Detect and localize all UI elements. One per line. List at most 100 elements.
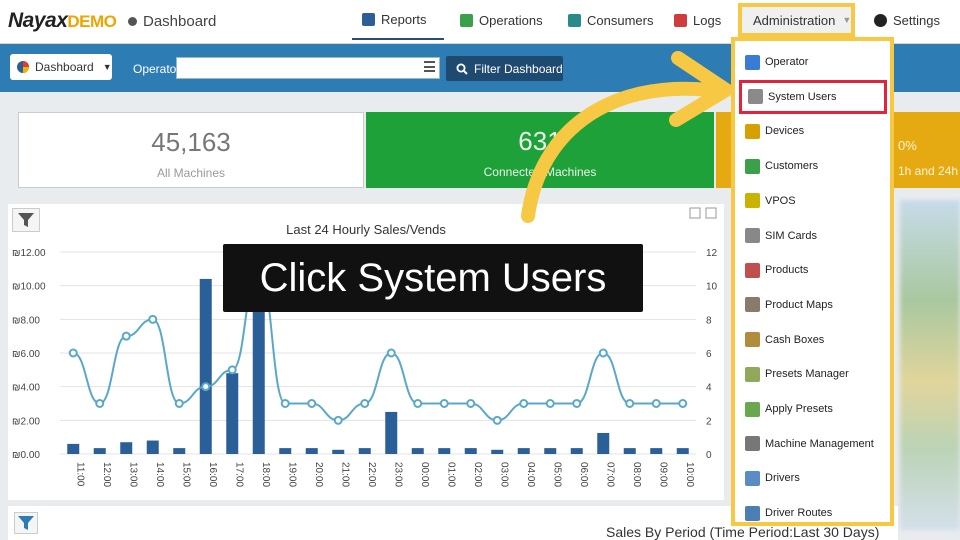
list-icon[interactable]: [424, 61, 435, 72]
point-12:00[interactable]: [95, 399, 105, 408]
bar-06:00[interactable]: [570, 448, 583, 454]
point-08:00[interactable]: [625, 399, 635, 408]
point-14:00[interactable]: [148, 314, 158, 324]
point-04:00[interactable]: [519, 399, 529, 408]
menu-item-drivers[interactable]: Drivers: [739, 461, 887, 495]
bar-05:00[interactable]: [544, 448, 557, 454]
menu-item-presets-manager[interactable]: Presets Manager: [739, 357, 887, 391]
point-16:00[interactable]: [201, 382, 211, 392]
bar-10:00[interactable]: [676, 448, 689, 454]
bar-15:00[interactable]: [173, 448, 186, 454]
nayax-logo[interactable]: NayaxDEMO: [8, 9, 117, 33]
point-21:00[interactable]: [333, 415, 343, 425]
menu-item-devices[interactable]: Devices: [739, 114, 887, 148]
bar-20:00[interactable]: [305, 448, 318, 454]
dashboard-select[interactable]: Dashboard ▼: [10, 54, 112, 80]
menu-item-machine-management[interactable]: Machine Management: [739, 427, 887, 461]
point-03:00[interactable]: [492, 415, 502, 425]
bar-17:00[interactable]: [226, 373, 239, 454]
chart-filter-button[interactable]: [12, 208, 40, 232]
y-left-tick: ₪2.00: [12, 416, 40, 427]
menu-item-cash-boxes[interactable]: Cash Boxes: [739, 323, 887, 357]
driver-routes-icon: [745, 505, 760, 521]
point-19:00[interactable]: [280, 399, 290, 408]
brand-suffix: DEMO: [67, 12, 117, 31]
y-right-tick: 0: [706, 450, 712, 461]
map-preview[interactable]: [900, 200, 960, 530]
menu-item-system-users[interactable]: System Users: [739, 79, 887, 114]
point-09:00[interactable]: [651, 399, 661, 408]
administration-dropdown: Operator System Users Devices Customers VPOS…: [731, 37, 894, 526]
point-05:00[interactable]: [545, 399, 555, 408]
point-07:00[interactable]: [598, 348, 608, 358]
presets-manager-icon: [745, 366, 760, 382]
bar-04:00[interactable]: [517, 448, 530, 454]
gear-icon: [874, 13, 887, 27]
menu-item-operator[interactable]: Operator: [739, 45, 887, 79]
x-tick: 08:00: [631, 462, 642, 487]
bar-14:00[interactable]: [146, 440, 159, 454]
point-10:00[interactable]: [678, 399, 688, 408]
bar-00:00[interactable]: [411, 448, 424, 454]
bar-23:00[interactable]: [385, 411, 398, 454]
menu-item-vpos[interactable]: VPOS: [739, 184, 887, 218]
menu-item-customers[interactable]: Customers: [739, 149, 887, 183]
menu-item-products[interactable]: Products: [739, 253, 887, 287]
point-13:00[interactable]: [121, 331, 131, 341]
period-filter-button[interactable]: [14, 512, 38, 534]
point-15:00[interactable]: [174, 399, 184, 408]
operator-input[interactable]: [176, 57, 440, 79]
stat-label: 1h and 24h: [898, 164, 959, 178]
bar-19:00[interactable]: [279, 448, 292, 454]
y-left-tick: ₪0.00: [12, 450, 40, 461]
menu-item-sim-cards[interactable]: SIM Cards: [739, 219, 887, 253]
tab-settings[interactable]: Settings: [864, 0, 950, 40]
bar-12:00[interactable]: [93, 448, 106, 454]
point-00:00[interactable]: [413, 399, 423, 408]
y-right-tick: 12: [706, 248, 718, 259]
search-icon: [456, 63, 468, 75]
tab-administration[interactable]: Administration ▼: [738, 3, 855, 37]
bar-13:00[interactable]: [120, 442, 133, 454]
menu-item-product-maps[interactable]: Product Maps: [739, 288, 887, 322]
tab-logs-label: Logs: [693, 12, 722, 28]
x-tick: 22:00: [366, 462, 377, 487]
stat-value: 45,163: [151, 127, 231, 157]
x-tick: 09:00: [657, 462, 668, 487]
funnel-icon: [18, 213, 34, 227]
menu-item-label: Apply Presets: [765, 403, 833, 415]
point-20:00[interactable]: [307, 399, 317, 408]
tab-operations[interactable]: Operations: [450, 0, 553, 40]
x-tick: 13:00: [127, 462, 138, 487]
bar-16:00[interactable]: [199, 278, 212, 454]
machine-management-icon: [745, 436, 760, 452]
bar-08:00[interactable]: [623, 448, 636, 454]
stat-card-all-machines[interactable]: 45,163 All Machines: [18, 112, 364, 188]
bar-03:00[interactable]: [491, 449, 504, 454]
tab-operations-label: Operations: [479, 12, 543, 28]
bar-02:00[interactable]: [464, 448, 477, 454]
bar-11:00[interactable]: [67, 443, 80, 454]
menu-item-label: Customers: [765, 160, 819, 173]
tab-logs[interactable]: Logs: [664, 0, 731, 40]
point-11:00[interactable]: [68, 348, 78, 358]
tab-consumers[interactable]: Consumers: [558, 0, 663, 40]
point-17:00[interactable]: [227, 365, 237, 375]
tab-reports[interactable]: Reports: [352, 0, 444, 40]
bar-01:00[interactable]: [438, 448, 451, 454]
x-tick: 20:00: [313, 462, 324, 487]
bar-07:00[interactable]: [597, 432, 610, 454]
menu-item-apply-presets[interactable]: Apply Presets: [739, 392, 887, 426]
point-23:00[interactable]: [386, 348, 396, 358]
bar-22:00[interactable]: [358, 448, 371, 454]
point-22:00[interactable]: [360, 399, 370, 408]
point-02:00[interactable]: [466, 399, 476, 408]
point-06:00[interactable]: [572, 399, 582, 408]
menu-item-label: Drivers: [765, 472, 800, 485]
menu-item-driver-routes[interactable]: Driver Routes: [739, 496, 887, 530]
y-left-tick: ₪12.00: [12, 248, 46, 259]
menu-item-label: SIM Cards: [765, 229, 817, 242]
bar-09:00[interactable]: [650, 448, 663, 454]
bar-21:00[interactable]: [332, 449, 345, 454]
point-01:00[interactable]: [439, 399, 449, 408]
